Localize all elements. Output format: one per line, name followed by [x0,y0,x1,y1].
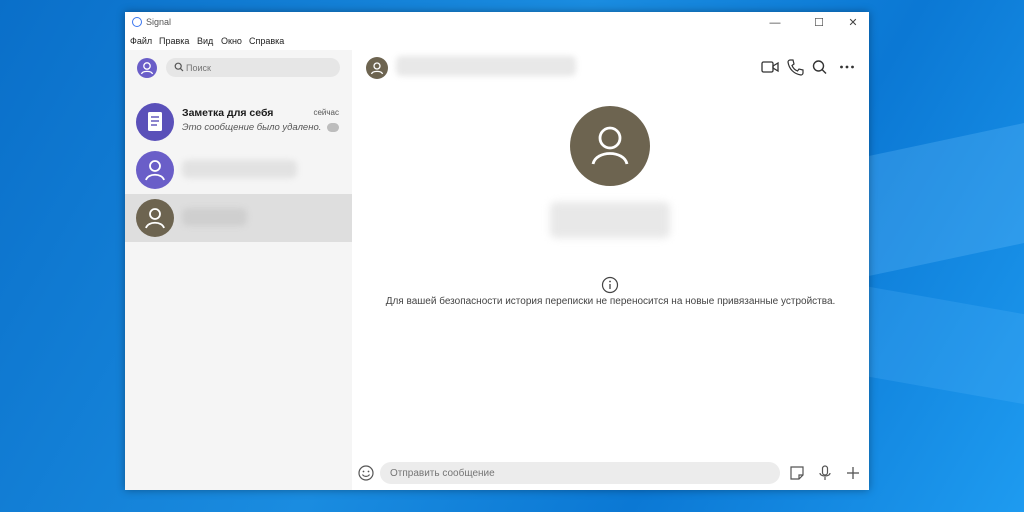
info-icon [601,276,619,294]
phone-icon[interactable] [785,58,805,76]
contact-name-blurred [550,202,670,238]
conversation-item[interactable] [125,146,352,194]
conversation-name: Заметка для себя [182,107,274,119]
maximize-button[interactable]: ☐ [805,14,833,32]
signal-window: Signal — ☐ ✕ Файл Правка Вид Окно Справк… [125,12,869,490]
emoji-icon[interactable] [357,464,375,482]
menu-file[interactable]: Файл [130,36,152,46]
plus-icon[interactable] [844,464,862,482]
search-input[interactable] [186,61,326,74]
desktop-light-ray [864,285,1024,405]
search-icon[interactable] [810,58,830,76]
delivery-status-icon [327,123,339,132]
search-box[interactable] [166,58,340,77]
window-title: Signal [146,17,172,27]
more-icon[interactable] [837,58,857,76]
contact-large-avatar [570,106,650,186]
note-icon [148,112,162,131]
person-icon [370,62,384,75]
conversation-item-selected[interactable] [125,194,352,242]
conversation-sidebar: Заметка для себя сейчас Это сообщение бы… [125,50,352,490]
menu-window[interactable]: Окно [221,36,242,46]
conversation-name-blurred [182,160,297,178]
signal-logo-icon [132,17,142,27]
message-input[interactable] [380,462,780,484]
video-call-icon[interactable] [760,58,780,76]
menu-help[interactable]: Справка [249,36,284,46]
contact-avatar[interactable] [366,57,388,79]
menu-edit[interactable]: Правка [159,36,189,46]
sticker-icon[interactable] [788,464,806,482]
minimize-button[interactable]: — [761,14,789,32]
avatar [136,151,174,189]
conversation-name-blurred [182,208,247,226]
title-bar: Signal — ☐ ✕ [125,12,869,34]
avatar [136,199,174,237]
avatar [136,103,174,141]
desktop-light-ray [864,122,1024,278]
person-icon [140,62,154,75]
security-notice: Для вашей безопасности история переписки… [385,296,836,307]
person-icon [145,208,165,229]
message-composer [352,454,869,490]
conversation-time: сейчас [313,108,339,117]
person-icon [145,160,165,181]
search-icon [174,62,184,72]
contact-name-blurred [396,56,576,76]
person-icon [591,126,629,165]
microphone-icon[interactable] [816,464,834,482]
menu-view[interactable]: Вид [197,36,213,46]
conversation-preview: Это сообщение было удалено. [182,122,322,133]
conversation-item-note-to-self[interactable]: Заметка для себя сейчас Это сообщение бы… [125,98,352,146]
profile-avatar[interactable] [137,58,157,78]
conversation-panel: Для вашей безопасности история переписки… [352,50,869,490]
close-button[interactable]: ✕ [839,14,867,32]
